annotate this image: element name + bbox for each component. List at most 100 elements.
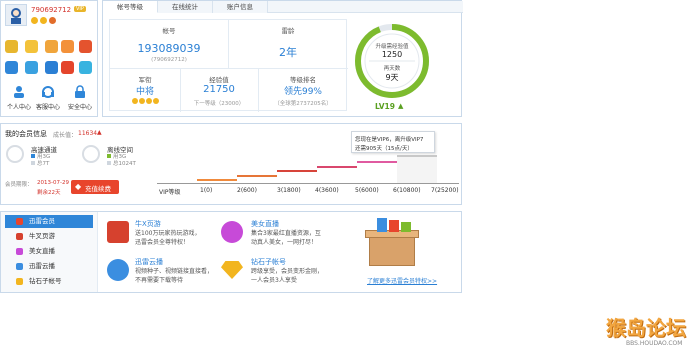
grid-divider bbox=[110, 68, 348, 69]
feature-desc: 跨级享受，会员变形金刚， bbox=[251, 268, 324, 275]
account-id-title: 帐号 bbox=[162, 27, 176, 35]
feature-desc: 视频种子、视频链接直接看， bbox=[135, 268, 214, 275]
vip-step-label: 5(6000) bbox=[355, 187, 379, 194]
feature-title: 牛X页游 bbox=[135, 220, 161, 228]
sidebar-item-web-games[interactable]: 牛叉页游 bbox=[5, 230, 93, 243]
vip-step-label: 2(600) bbox=[237, 187, 257, 194]
avatar[interactable] bbox=[5, 4, 27, 26]
star-icon bbox=[132, 98, 138, 104]
stats-grid: 帐号 193089039 (790692712) 雷龄 2年 军衔 中将 经验值… bbox=[109, 19, 348, 112]
support-center-link[interactable]: 客服中心 bbox=[34, 85, 62, 113]
account-id-sub: (790692712) bbox=[151, 57, 187, 63]
shield-icon[interactable] bbox=[5, 40, 18, 53]
tab-account-info[interactable]: 账户信息 bbox=[213, 1, 268, 13]
profile-panel: 790692712 VIP 个人中心 客服中心 安全中心 bbox=[0, 0, 98, 117]
feature-diamond-subaccount[interactable]: 钻石子帐号 跨级享受，会员变形金刚， 一人会员3人享受 bbox=[219, 255, 339, 289]
feature-desc: 动真人美女，一网打尽！ bbox=[251, 239, 318, 246]
medal-icon[interactable] bbox=[79, 40, 92, 53]
sidebar-item-label: 美女直播 bbox=[29, 247, 55, 255]
total-dot-icon bbox=[31, 161, 35, 165]
security-center-link[interactable]: 安全中心 bbox=[65, 85, 95, 113]
sidebar-item-diamond-subaccount[interactable]: 钻石子帐号 bbox=[5, 275, 93, 288]
sidebar-item-label: 迅雷会员 bbox=[29, 217, 55, 225]
tooltip-line-1: 您现在是VIP6，离升级VIP7 bbox=[355, 137, 424, 143]
days-value: 9天 bbox=[385, 73, 399, 82]
rocket-icon[interactable] bbox=[45, 40, 58, 53]
plane-icon[interactable] bbox=[25, 40, 38, 53]
vip-step-label: VIP等级 bbox=[159, 189, 181, 196]
feature-cloud-play[interactable]: 迅雷云播 视频种子、视频链接直接看， 不再需要下载等待 bbox=[105, 255, 215, 289]
vip-step-bar-2 bbox=[237, 175, 277, 177]
rank-value: 领先99% bbox=[283, 87, 322, 97]
vip-step-label: 1(0) bbox=[200, 187, 213, 194]
rank-title: 等级排名 bbox=[290, 76, 316, 84]
star-icon bbox=[40, 17, 47, 24]
feature-web-games[interactable]: 牛X页游 送100万玩家热玩游戏， 迅雷会员全尊特权！ bbox=[105, 217, 215, 251]
account-id-value: 193089039 bbox=[137, 42, 201, 55]
level-label: LV19 bbox=[375, 102, 395, 111]
gift-item-icon bbox=[401, 222, 411, 232]
sidebar-item-live-stream[interactable]: 美女直播 bbox=[5, 245, 93, 258]
military-rank-title: 军衔 bbox=[138, 76, 152, 84]
speed-icon[interactable] bbox=[25, 61, 38, 74]
tab-bar-fill bbox=[268, 1, 463, 13]
vip-icon bbox=[16, 218, 23, 225]
live-icon bbox=[16, 248, 23, 255]
tab-online-stats[interactable]: 在线统计 bbox=[158, 1, 213, 13]
exp-title: 经验值 bbox=[209, 76, 229, 84]
recharge-button[interactable]: ◆ 充值续费 bbox=[71, 180, 119, 194]
person-icon bbox=[14, 86, 24, 98]
personal-center-link[interactable]: 个人中心 bbox=[5, 85, 33, 113]
feature-desc: 不再需要下载等待 bbox=[135, 277, 184, 284]
vip-level-6-column bbox=[397, 157, 437, 183]
membership-panel: 我的会员信息 成长值： 11634 ▲ 高速通道 用3G 总7T 离线空间 用3… bbox=[0, 123, 462, 205]
features-panel: 迅雷会员 牛叉页游 美女直播 迅雷云播 钻石子帐号 牛X页游 送100万玩家热玩… bbox=[0, 211, 462, 293]
feature-live-stream[interactable]: 美女直播 集合3家最红直播资源，互 动真人美女，一网打尽！ bbox=[219, 217, 339, 251]
sidebar-item-label: 迅雷云播 bbox=[29, 262, 55, 270]
usage-ring-icon bbox=[6, 145, 24, 163]
bird-icon[interactable] bbox=[45, 61, 58, 74]
small-badge-row bbox=[31, 17, 61, 25]
total-dot-icon bbox=[107, 161, 111, 165]
flame-icon: ◆ bbox=[75, 182, 82, 191]
support-center-label: 客服中心 bbox=[35, 104, 60, 111]
vip-step-label: 4(3600) bbox=[315, 187, 339, 194]
account-age-value: 2年 bbox=[279, 46, 297, 59]
service-high-speed: 高速通道 用3G 总7T bbox=[5, 142, 75, 170]
jet-icon[interactable] bbox=[61, 40, 74, 53]
learn-more-link[interactable]: 了解更多迅雷会员特权>> bbox=[367, 276, 437, 285]
vip-badge: VIP bbox=[74, 6, 86, 12]
usage-ring-icon bbox=[82, 145, 100, 163]
star-icon bbox=[146, 98, 152, 104]
level-progress-ring bbox=[355, 24, 429, 98]
feature-title: 迅雷云播 bbox=[135, 258, 163, 266]
days-label: 再天数 bbox=[383, 66, 401, 72]
rank-stars bbox=[132, 98, 162, 105]
diamond-icon[interactable] bbox=[79, 61, 92, 74]
sidebar-item-xunlei-vip[interactable]: 迅雷会员 bbox=[5, 215, 93, 228]
feature-title: 钻石子帐号 bbox=[251, 258, 286, 266]
vip-step-bar-5 bbox=[357, 161, 397, 163]
personal-center-label: 个人中心 bbox=[6, 104, 31, 111]
game-icon bbox=[16, 233, 23, 240]
used-dot-icon bbox=[107, 154, 111, 158]
tab-account-level[interactable]: 帐号等级 bbox=[103, 1, 158, 13]
crown-icon bbox=[31, 17, 38, 24]
feature-title: 美女直播 bbox=[251, 220, 279, 228]
sidebar-item-cloud-play[interactable]: 迅雷云播 bbox=[5, 260, 93, 273]
tooltip-line-2: 还需905天（15点/天） bbox=[355, 146, 413, 152]
star-icon bbox=[139, 98, 145, 104]
game-icon[interactable] bbox=[61, 61, 74, 74]
service-total: 总1024T bbox=[113, 161, 136, 167]
exp-sub: 下一等级（23000） bbox=[193, 101, 245, 107]
vip-step-bar-3 bbox=[277, 170, 317, 172]
upgrade-value: 1250 bbox=[381, 50, 403, 59]
account-level-panel: 帐号等级 在线统计 账户信息 帐号 193089039 (790692712) … bbox=[102, 0, 463, 117]
cloud-icon[interactable] bbox=[5, 61, 18, 74]
sidebar-item-label: 牛叉页游 bbox=[29, 232, 55, 240]
gift-item-icon bbox=[377, 218, 387, 232]
sidebar-item-label: 钻石子帐号 bbox=[29, 277, 62, 285]
upgrade-label: 升级需经验值 bbox=[375, 44, 409, 50]
rank-sub: （全球第2737205名） bbox=[274, 101, 332, 107]
gem-icon bbox=[49, 17, 56, 24]
